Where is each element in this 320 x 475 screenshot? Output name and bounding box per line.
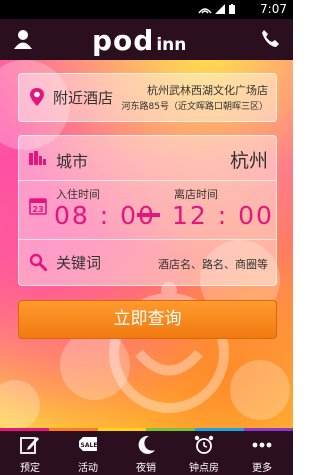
keyword-row[interactable]: 关键词 酒店名、路名、商圈等: [19, 240, 276, 285]
city-row[interactable]: 城市 杭州: [19, 136, 276, 181]
time-row: 23 入住时间 08 : 00 离店时间 12 : 00: [19, 181, 276, 240]
time-separator: [137, 213, 160, 217]
city-label: 城市: [56, 152, 89, 171]
nearby-hotel-address: 河东路85号（近文晖路口朝晖三区）: [121, 102, 268, 112]
search-now-button[interactable]: 立即查询: [18, 300, 277, 339]
tab-label: 夜销: [136, 463, 156, 474]
nearby-hotel-name: 杭州武林西湖文化广场店: [147, 84, 268, 97]
tab-hourly-room[interactable]: 钟点房: [175, 431, 233, 475]
watermark-logo: [109, 282, 229, 413]
app-logo: pod inn: [92, 24, 186, 57]
tab-night-sale[interactable]: 夜销: [117, 431, 175, 475]
alarm-clock-icon: [194, 435, 214, 454]
nearby-title: 附近酒店: [53, 89, 114, 107]
tab-label: 更多: [252, 463, 272, 474]
search-card: 城市 杭州 23 入住时间 08 : 00 离店时间 12 : 00 关键词 酒…: [18, 135, 277, 413]
status-time: 7:07: [260, 2, 287, 16]
phone-icon[interactable]: [259, 27, 281, 49]
sale-tag-icon: SALE: [79, 437, 98, 451]
logo-sub: inn: [156, 35, 187, 55]
user-icon[interactable]: [12, 28, 34, 50]
city-buildings-icon: [29, 151, 46, 165]
calendar-icon: 23: [29, 198, 47, 215]
moon-icon: [138, 435, 155, 454]
checkin-label: 入住时间: [56, 188, 100, 201]
tab-more[interactable]: 更多: [233, 431, 291, 475]
more-dots-icon: [252, 442, 272, 448]
keyword-label: 关键词: [56, 254, 102, 272]
tab-label: 钟点房: [189, 463, 219, 474]
signal-icon: [198, 4, 235, 14]
search-icon: [29, 253, 47, 271]
svg-text:23: 23: [32, 205, 43, 214]
edit-icon: [20, 437, 39, 454]
background-bubble: [0, 380, 40, 430]
keyword-input[interactable]: 酒店名、路名、商圈等: [158, 256, 268, 272]
tab-label: 预定: [20, 463, 40, 474]
checkout-time[interactable]: 12 : 00: [172, 201, 274, 230]
tab-label: 活动: [78, 463, 98, 474]
city-value[interactable]: 杭州: [230, 146, 268, 173]
tab-events[interactable]: SALE 活动: [59, 431, 117, 475]
bottom-nav: 预定 SALE 活动 夜销 钟点房 更多: [0, 428, 293, 475]
status-bar: 7:07: [0, 0, 293, 19]
nearby-hotel-card[interactable]: 附近酒店 杭州武林西湖文化广场店 河东路85号（近文晖路口朝晖三区）: [18, 73, 277, 122]
app-screen: 7:07 pod inn 附近酒店 杭州武林西湖文化广场店 河东路85号（近文晖路…: [0, 0, 293, 475]
location-pin-icon: [30, 88, 44, 106]
logo-main: pod: [92, 24, 155, 57]
tab-book[interactable]: 预定: [1, 431, 59, 475]
background-bubble: [230, 360, 290, 420]
sale-badge: SALE: [81, 442, 98, 449]
top-bar: pod inn: [0, 19, 293, 60]
checkout-label: 离店时间: [174, 188, 218, 201]
